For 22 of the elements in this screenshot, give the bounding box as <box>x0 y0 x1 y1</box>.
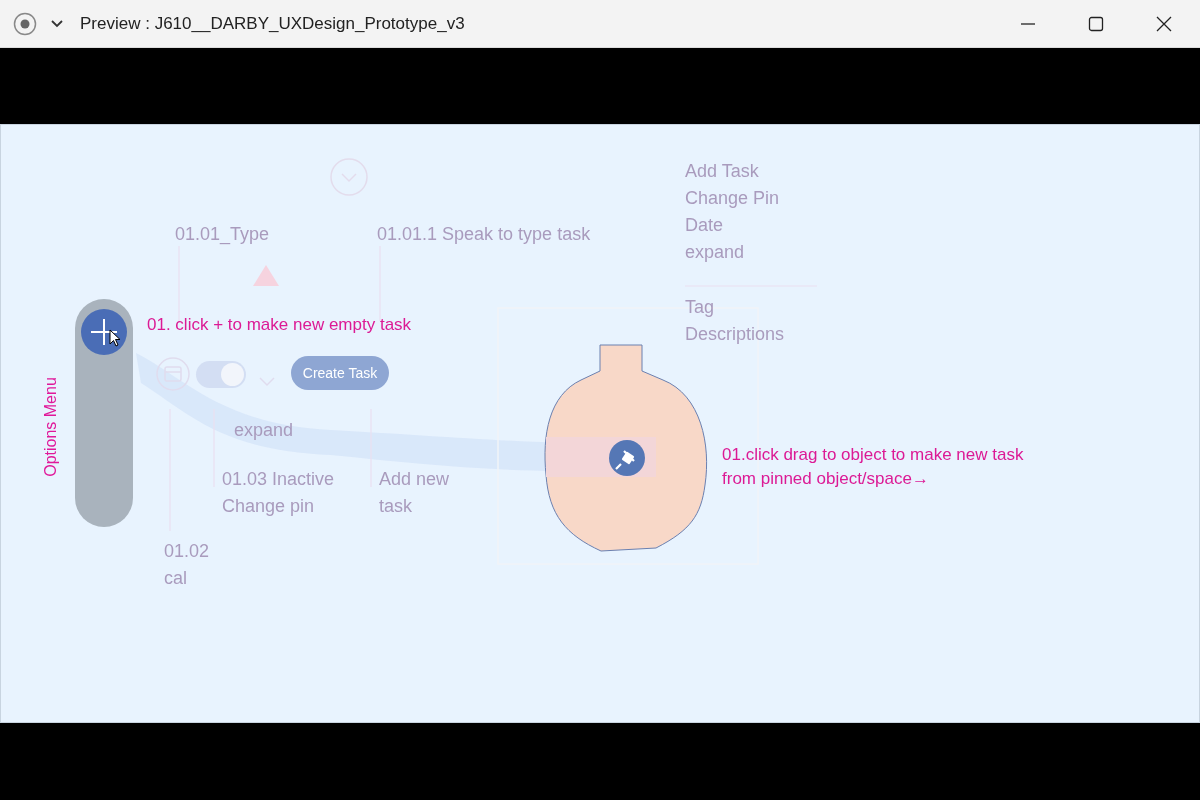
detail-item: Tag <box>685 296 715 319</box>
cursor-icon <box>109 329 121 347</box>
chevron-down-icon[interactable] <box>50 18 64 29</box>
annotation-label: Add new task <box>379 468 450 518</box>
callout-text: 01.click drag to object to make new task from pinned object/space→ <box>722 444 1025 490</box>
annotation-label: 01.02 cal <box>164 540 210 590</box>
add-button[interactable] <box>80 308 128 356</box>
annotation-label: expand <box>234 419 294 442</box>
maximize-icon[interactable] <box>1088 15 1104 32</box>
pin-button[interactable] <box>609 440 645 476</box>
callout-text: 01. click + to make new empty task <box>147 314 412 336</box>
annotation-label: 01.01_Type <box>175 223 270 247</box>
annotation-label: 01.03 Inactive Change pin <box>222 468 335 518</box>
window-title: Preview : J610__DARBY_UXDesign_Prototype_v3 <box>80 13 465 34</box>
record-icon[interactable] <box>13 11 37 36</box>
annotation-label: 01.01.1 Speak to type task <box>377 223 591 246</box>
options-menu-label: Options Menu <box>42 376 60 479</box>
close-icon[interactable] <box>1156 15 1172 32</box>
detail-item: Descriptions <box>685 323 785 346</box>
create-task-button[interactable]: Create Task <box>291 356 389 390</box>
triangle-icon <box>253 265 279 286</box>
pin-toggle[interactable] <box>196 361 246 388</box>
